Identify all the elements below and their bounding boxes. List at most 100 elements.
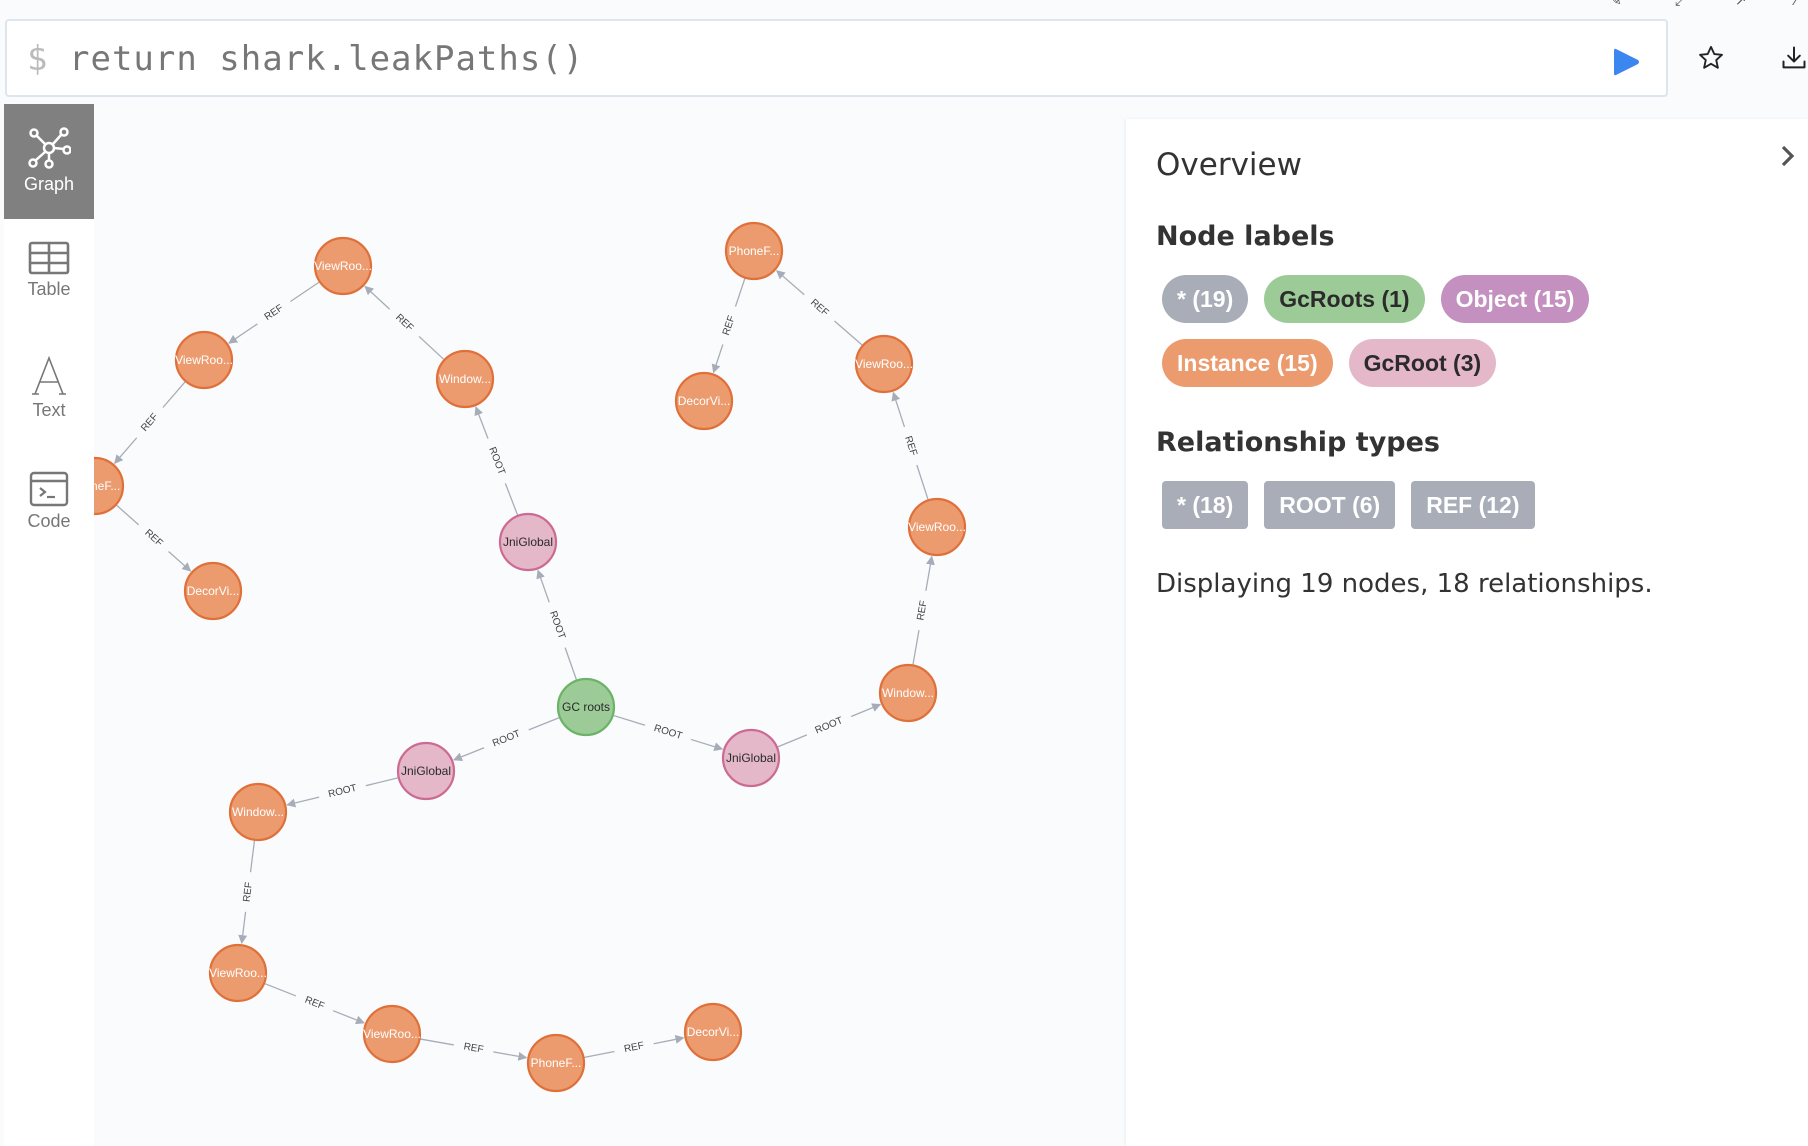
node-caption: ViewRoo... bbox=[855, 357, 913, 371]
relationship-ref[interactable]: REF bbox=[238, 840, 256, 945]
relationship-ref[interactable]: REF bbox=[711, 278, 746, 374]
relationship-type-chip[interactable]: * (18) bbox=[1162, 481, 1249, 529]
overview-title: Overview bbox=[1156, 147, 1302, 183]
node-caption: ViewRoo... bbox=[175, 353, 233, 367]
node-label-chip-instance[interactable]: Instance (15) bbox=[1162, 339, 1333, 387]
node-caption: Window... bbox=[882, 686, 934, 700]
relationship-label: REF bbox=[902, 435, 919, 457]
relationship-root[interactable]: ROOT bbox=[286, 777, 398, 808]
graph-node-instance[interactable]: Window... bbox=[228, 782, 288, 842]
relationship-label: REF bbox=[263, 303, 286, 323]
relationship-root[interactable]: ROOT bbox=[613, 714, 724, 752]
relationship-root[interactable]: ROOT bbox=[474, 406, 519, 516]
table-icon bbox=[28, 241, 70, 275]
collapse-panel-button[interactable] bbox=[1776, 141, 1800, 171]
relationship-type-chip[interactable]: ROOT (6) bbox=[1264, 481, 1396, 529]
node-label-chip-gcroots[interactable]: GcRoots (1) bbox=[1264, 275, 1425, 323]
node-caption: JniGlobal bbox=[401, 764, 451, 778]
node-label-chip-all[interactable]: * (19) bbox=[1162, 275, 1249, 323]
relationship-ref[interactable]: REF bbox=[114, 381, 186, 464]
node-caption: PhoneF... bbox=[729, 244, 780, 258]
node-caption: GC roots bbox=[562, 700, 610, 714]
graph-node-instance[interactable]: PhoneF... bbox=[526, 1033, 586, 1093]
node-caption: Window... bbox=[439, 372, 491, 386]
relationship-label: REF bbox=[623, 1040, 645, 1055]
relationship-label: ROOT bbox=[491, 728, 522, 749]
node-caption: ViewRoo... bbox=[363, 1027, 421, 1041]
sidebar-item-label: Table bbox=[27, 279, 71, 299]
node-label-chips: * (19) GcRoots (1) Object (15) Instance (15… bbox=[1162, 275, 1622, 387]
graph-node-instance[interactable]: Window... bbox=[878, 663, 938, 723]
relationship-label: REF bbox=[242, 881, 255, 902]
relationship-label: REF bbox=[139, 412, 160, 434]
sidebar-item-graph[interactable]: Graph bbox=[4, 104, 94, 219]
node-caption: PhoneF... bbox=[531, 1056, 582, 1070]
sidebar-item-label: Graph bbox=[23, 174, 75, 194]
chevron-right-icon bbox=[1781, 145, 1795, 167]
relationship-ref[interactable]: REF bbox=[264, 983, 365, 1025]
node-caption: JniGlobal bbox=[503, 535, 553, 549]
graph-node-instance[interactable]: ViewRoo... bbox=[208, 943, 268, 1003]
relationship-root[interactable]: ROOT bbox=[536, 569, 577, 680]
relationship-ref[interactable]: REF bbox=[891, 391, 929, 500]
graph-node-instance[interactable]: DecorVi... bbox=[183, 561, 243, 621]
node-caption: ViewRoo... bbox=[908, 520, 966, 534]
sidebar-item-code[interactable]: Code bbox=[4, 449, 94, 564]
relationship-label: ROOT bbox=[486, 446, 507, 477]
graph-node-instance[interactable]: DecorVi... bbox=[683, 1002, 743, 1062]
relationship-ref[interactable]: REF bbox=[420, 1038, 528, 1061]
relationship-label: ROOT bbox=[653, 723, 684, 742]
graph-node-instance[interactable]: DecorVi... bbox=[674, 371, 734, 431]
graph-node-instance[interactable]: ViewRoo... bbox=[907, 497, 967, 557]
relationship-type-chips: * (18) ROOT (6) REF (12) bbox=[1162, 481, 1622, 529]
relationship-label: ROOT bbox=[814, 715, 845, 736]
relationship-root[interactable]: ROOT bbox=[777, 703, 882, 748]
relationship-types-heading: Relationship types bbox=[1156, 427, 1441, 458]
relationship-label: REF bbox=[808, 297, 830, 318]
node-caption: JniGlobal bbox=[726, 751, 776, 765]
relationship-ref[interactable]: REF bbox=[912, 555, 935, 665]
graph-status: Displaying 19 nodes, 18 relationships. bbox=[1156, 569, 1653, 599]
node-label-chip-gcroot[interactable]: GcRoot (3) bbox=[1348, 339, 1497, 387]
node-label-chip-object[interactable]: Object (15) bbox=[1440, 275, 1590, 323]
relationship-type-chip[interactable]: REF (12) bbox=[1411, 481, 1535, 529]
relationship-label: REF bbox=[463, 1041, 485, 1055]
graph-icon bbox=[28, 127, 71, 169]
relationship-label: REF bbox=[303, 995, 326, 1013]
node-caption: DecorVi... bbox=[678, 394, 730, 408]
node-caption: DecorVi... bbox=[187, 584, 239, 598]
relationship-ref[interactable]: REF bbox=[775, 270, 863, 346]
node-labels-heading: Node labels bbox=[1156, 221, 1335, 252]
relationship-ref[interactable]: REF bbox=[116, 504, 192, 572]
node-caption: DecorVi... bbox=[687, 1025, 739, 1039]
sidebar-item-text[interactable]: Text bbox=[4, 334, 94, 449]
graph-node-gcroot[interactable]: JniGlobal bbox=[498, 512, 558, 572]
relationship-ref[interactable]: REF bbox=[228, 281, 320, 344]
overview-panel: Overview Node labels * (19) GcRoots (1) Ob… bbox=[1126, 119, 1808, 1146]
graph-node-instance[interactable]: ViewRoo... bbox=[854, 334, 914, 394]
relationship-ref[interactable]: REF bbox=[584, 1034, 685, 1059]
graph-node-instance[interactable]: Window... bbox=[435, 349, 495, 409]
relationship-ref[interactable]: REF bbox=[364, 285, 445, 360]
relationship-label: REF bbox=[142, 528, 164, 550]
graph-node-instance[interactable]: ViewRoo... bbox=[174, 330, 234, 390]
relationship-label: ROOT bbox=[547, 610, 567, 641]
relationship-label: ROOT bbox=[327, 783, 358, 801]
graph-node-gcroot[interactable]: JniGlobal bbox=[396, 741, 456, 801]
relationship-label: REF bbox=[721, 314, 738, 336]
sidebar-item-label: Code bbox=[27, 511, 71, 531]
graph-node-gcroot[interactable]: JniGlobal bbox=[721, 728, 781, 788]
sidebar-item-label: Text bbox=[32, 400, 66, 420]
relationship-label: REF bbox=[915, 600, 929, 622]
text-icon bbox=[32, 356, 66, 395]
code-icon bbox=[29, 471, 69, 507]
graph-node-gcroots[interactable]: GC roots bbox=[556, 677, 616, 737]
node-caption: ViewRoo... bbox=[314, 259, 372, 273]
graph-node-instance[interactable]: ViewRoo... bbox=[362, 1004, 422, 1064]
sidebar-item-table[interactable]: Table bbox=[4, 219, 94, 334]
graph-node-instance[interactable]: PhoneF... bbox=[724, 221, 784, 281]
relationship-label: REF bbox=[393, 312, 415, 334]
graph-node-instance[interactable]: ViewRoo... bbox=[313, 236, 373, 296]
node-caption: Window... bbox=[232, 805, 284, 819]
relationship-root[interactable]: ROOT bbox=[453, 717, 560, 762]
